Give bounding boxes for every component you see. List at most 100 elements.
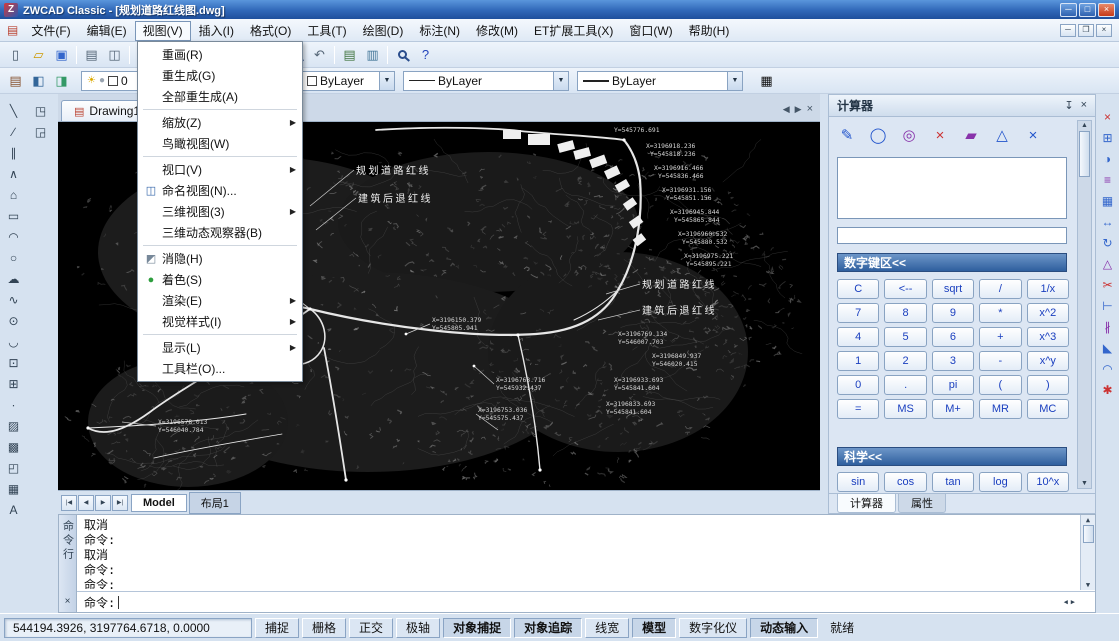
layer-properties-icon[interactable]: ▤ (338, 44, 361, 66)
menubar-item-draw[interactable]: 绘图(D) (355, 21, 412, 41)
offset-icon[interactable]: ≡ (1096, 169, 1119, 190)
lineweight-dropdown[interactable]: ByLayer ▼ (577, 71, 743, 91)
status-toggle-tablet[interactable]: 数字化仪 (679, 618, 747, 638)
layer-previous-icon[interactable]: ◧ (27, 70, 50, 92)
scroll-up-icon[interactable]: ▲ (1086, 516, 1090, 524)
ruler-icon[interactable]: ▰ (961, 124, 981, 146)
layer-states-icon[interactable]: ▥ (361, 44, 384, 66)
area-icon[interactable]: ◲ (29, 121, 52, 142)
calc-key-7[interactable]: 7 (837, 303, 879, 323)
menubar-item-modify[interactable]: 修改(M) (468, 21, 526, 41)
tab-close-icon[interactable]: × (807, 103, 813, 115)
ellipse-arc-icon[interactable]: ◡ (2, 331, 25, 352)
tab-scroll-left-icon[interactable]: ◀ (783, 104, 790, 115)
calc-key-MS[interactable]: MS (884, 399, 926, 419)
circle-icon[interactable]: ○ (2, 247, 25, 268)
view-menu-item-render[interactable]: 渲染(E)▶ (140, 290, 300, 311)
linetype-dropdown[interactable]: ByLayer ▼ (403, 71, 569, 91)
numpad-section-header[interactable]: 数字键区<< (837, 253, 1067, 272)
insert-block-icon[interactable]: ⊡ (2, 352, 25, 373)
view-menu-item-visual-styles[interactable]: 视觉样式(I)▶ (140, 311, 300, 332)
menubar-item-help[interactable]: 帮助(H) (681, 21, 738, 41)
status-toggle-model[interactable]: 模型 (632, 618, 676, 638)
minimize-button[interactable]: ─ (1060, 3, 1077, 17)
plot-icon[interactable]: ▤ (80, 44, 103, 66)
menubar-item-dimension[interactable]: 标注(N) (411, 21, 468, 41)
calc-key-3[interactable]: 3 (932, 351, 974, 371)
calc-key-tan[interactable]: tan (932, 472, 974, 492)
calculator-input[interactable] (837, 227, 1067, 244)
command-close-icon[interactable]: × (65, 596, 71, 607)
chamfer-icon[interactable]: ◣ (1096, 337, 1119, 358)
color-dropdown[interactable]: ByLayer ▼ (301, 71, 395, 91)
view-menu-item-shade[interactable]: ●着色(S) (140, 269, 300, 290)
donut-icon[interactable]: ◎ (899, 124, 919, 146)
scroll-down-icon[interactable]: ▼ (1081, 480, 1088, 487)
region-icon[interactable]: ◰ (2, 457, 25, 478)
calc-key-x^3[interactable]: x^3 (1027, 327, 1069, 347)
command-window-title-bar[interactable]: 命令行 × (59, 515, 77, 612)
calc-key-*[interactable]: * (979, 303, 1021, 323)
calc-key-MC[interactable]: MC (1027, 399, 1069, 419)
move-icon[interactable]: ↔ (1096, 211, 1119, 232)
zoom-previous-icon[interactable]: ↶ (308, 44, 331, 66)
last-layout-button[interactable]: ▶| (112, 495, 128, 511)
view-menu-item-viewports[interactable]: 视口(V)▶ (140, 159, 300, 180)
command-input-row[interactable]: 命令: ◀ ▶ (77, 591, 1095, 612)
child-close-button[interactable]: × (1096, 24, 1112, 37)
scroll-left-icon[interactable]: ◀ (1064, 598, 1068, 606)
calc-key-.[interactable]: . (884, 375, 926, 395)
calc-key-sin[interactable]: sin (837, 472, 879, 492)
view-menu-item-aerial-view[interactable]: 鸟瞰视图(W) (140, 133, 300, 154)
calc-key-6[interactable]: 6 (932, 327, 974, 347)
polygon-icon[interactable]: ⌂ (2, 184, 25, 205)
close-x-icon[interactable]: × (1023, 124, 1043, 146)
point-icon[interactable]: ∙ (2, 394, 25, 415)
menubar-item-tools[interactable]: 工具(T) (299, 21, 354, 41)
panel-splitter[interactable] (820, 94, 828, 514)
table-grid-icon[interactable]: ▦ (755, 70, 778, 92)
child-minimize-button[interactable]: ─ (1060, 24, 1076, 37)
calc-key-([interactable]: ( (979, 375, 1021, 395)
maximize-button[interactable]: □ (1079, 3, 1096, 17)
erase-icon[interactable]: × (1096, 106, 1119, 127)
view-menu-item-3d-views[interactable]: 三维视图(3)▶ (140, 201, 300, 222)
status-toggle-dyn[interactable]: 动态输入 (750, 618, 818, 638)
command-scrollbar[interactable]: ▲ ▼ (1080, 515, 1095, 590)
scroll-right-icon[interactable]: ▶ (1071, 598, 1075, 606)
status-toggle-grid[interactable]: 栅格 (302, 618, 346, 638)
layer-manager-icon[interactable]: ▤ (4, 70, 27, 92)
tab-model[interactable]: Model (131, 494, 187, 512)
calc-key-0[interactable]: 0 (837, 375, 879, 395)
status-toggle-osnap[interactable]: 对象捕捉 (443, 618, 511, 638)
rectangle-icon[interactable]: ▭ (2, 205, 25, 226)
help-icon[interactable]: ? (414, 44, 437, 66)
find-icon[interactable] (391, 44, 414, 66)
menubar-item-view[interactable]: 视图(V) (135, 21, 191, 41)
calc-key-5[interactable]: 5 (884, 327, 926, 347)
view-menu-item-toolbars[interactable]: 工具栏(O)... (140, 358, 300, 379)
menubar-item-file[interactable]: 文件(F) (23, 21, 78, 41)
scroll-up-icon[interactable]: ▲ (1081, 122, 1088, 129)
revcloud-icon[interactable]: ☁ (2, 268, 25, 289)
status-toggle-ortho[interactable]: 正交 (349, 618, 393, 638)
view-menu-item-3d-orbit[interactable]: 三维动态观察器(B) (140, 222, 300, 243)
calc-key-10^x[interactable]: 10^x (1027, 472, 1069, 492)
compass-icon[interactable]: ◯ (868, 124, 888, 146)
chevron-down-icon[interactable]: ▼ (727, 72, 742, 90)
next-layout-button[interactable]: ▶ (95, 495, 111, 511)
tab-properties[interactable]: 属性 (898, 494, 946, 513)
calc-key-M+[interactable]: M+ (932, 399, 974, 419)
trim-icon[interactable]: ✂ (1096, 274, 1119, 295)
calc-key-<--[interactable]: <-- (884, 279, 926, 299)
calc-key-1[interactable]: 1 (837, 351, 879, 371)
calc-key-2[interactable]: 2 (884, 351, 926, 371)
close-button[interactable]: × (1098, 3, 1115, 17)
view-menu-item-regen-all[interactable]: 全部重生成(A) (140, 86, 300, 107)
table-icon[interactable]: ▦ (2, 478, 25, 499)
calc-key-log[interactable]: log (979, 472, 1021, 492)
calc-key-sqrt[interactable]: sqrt (932, 279, 974, 299)
tab-calculator[interactable]: 计算器 (837, 494, 896, 513)
menubar-item-insert[interactable]: 插入(I) (191, 21, 242, 41)
print-preview-icon[interactable]: ◫ (103, 44, 126, 66)
